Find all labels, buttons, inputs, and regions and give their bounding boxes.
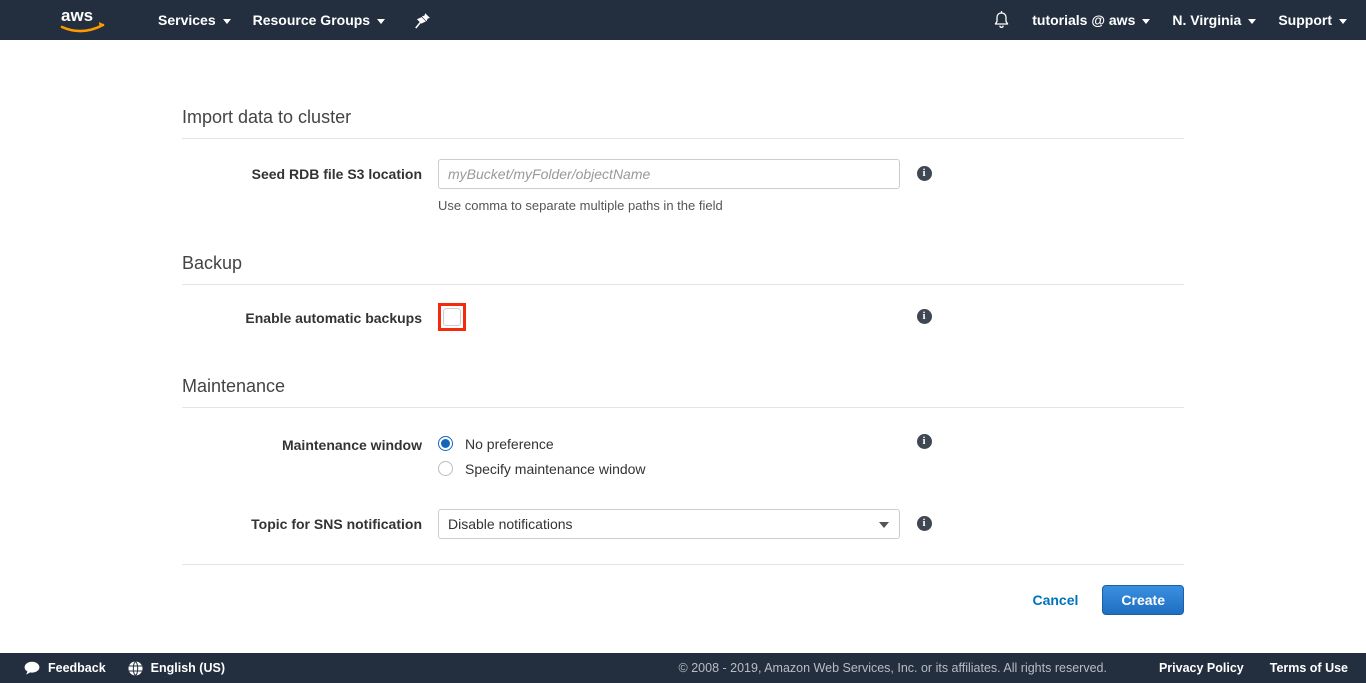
footer-left-group: Feedback English (US) <box>24 661 247 676</box>
sns-topic-control: Disable notifications <box>438 509 900 539</box>
privacy-policy-link[interactable]: Privacy Policy <box>1159 661 1244 675</box>
radio-option-no-preference-label: No preference <box>465 435 554 453</box>
notification-bell-icon[interactable] <box>981 0 1021 40</box>
globe-icon <box>128 661 143 676</box>
section-title-import-data: Import data to cluster <box>182 106 1184 139</box>
maintenance-window-label: Maintenance window <box>182 430 438 460</box>
create-cluster-form: Import data to cluster Seed RDB file S3 … <box>182 40 1184 615</box>
radio-icon-unselected[interactable] <box>438 461 453 476</box>
top-navigation-bar: aws Services Resource Groups <box>0 0 1366 40</box>
chevron-down-icon <box>1339 19 1347 24</box>
seed-rdb-input[interactable] <box>438 159 900 189</box>
chevron-down-icon <box>223 19 231 24</box>
section-title-backup: Backup <box>182 252 1184 285</box>
sns-topic-info-wrap: i <box>900 509 948 531</box>
language-selector[interactable]: English (US) <box>128 661 225 676</box>
footer-right-group: © 2008 - 2019, Amazon Web Services, Inc.… <box>679 661 1366 675</box>
field-row-seed-rdb: Seed RDB file S3 location Use comma to s… <box>182 139 1184 214</box>
section-import-data: Import data to cluster Seed RDB file S3 … <box>182 40 1184 214</box>
info-icon[interactable]: i <box>917 309 932 324</box>
enable-automatic-backups-checkbox[interactable] <box>443 308 461 326</box>
enable-backups-info-wrap: i <box>900 303 948 324</box>
maintenance-window-info-wrap: i <box>900 430 948 449</box>
terms-of-use-link[interactable]: Terms of Use <box>1270 661 1348 675</box>
aws-logo[interactable]: aws <box>57 4 109 36</box>
svg-text:aws: aws <box>61 6 93 25</box>
nav-item-region[interactable]: N. Virginia <box>1161 0 1267 40</box>
radio-option-no-preference[interactable]: No preference <box>438 433 900 454</box>
page-footer: Feedback English (US) © 2008 - 2019, Ama… <box>0 653 1366 683</box>
form-actions: Cancel Create <box>182 565 1184 615</box>
nav-item-resource-groups[interactable]: Resource Groups <box>242 0 396 40</box>
enable-backups-control <box>438 303 900 331</box>
info-icon[interactable]: i <box>917 166 932 181</box>
seed-rdb-control: Use comma to separate multiple paths in … <box>438 159 900 214</box>
radio-option-specify-window-label: Specify maintenance window <box>465 460 646 478</box>
field-row-maintenance-window: Maintenance window No preference Specify… <box>182 408 1184 483</box>
section-backup: Backup Enable automatic backups i <box>182 214 1184 333</box>
radio-icon-selected[interactable] <box>438 436 453 451</box>
pushpin-icon[interactable] <box>406 0 440 40</box>
section-maintenance: Maintenance Maintenance window No prefer… <box>182 333 1184 539</box>
sns-topic-select[interactable]: Disable notifications <box>438 509 900 539</box>
feedback-link-label: Feedback <box>48 661 106 675</box>
field-row-enable-backups: Enable automatic backups i <box>182 285 1184 333</box>
highlight-box <box>438 303 466 331</box>
seed-rdb-helper-text: Use comma to separate multiple paths in … <box>438 198 900 214</box>
sns-topic-label: Topic for SNS notification <box>182 509 438 539</box>
copyright-text: © 2008 - 2019, Amazon Web Services, Inc.… <box>679 661 1107 675</box>
nav-item-account[interactable]: tutorials @ aws <box>1021 0 1161 40</box>
cancel-button[interactable]: Cancel <box>1018 592 1092 608</box>
nav-item-support[interactable]: Support <box>1267 0 1358 40</box>
speech-bubble-icon <box>24 661 40 675</box>
section-title-maintenance: Maintenance <box>182 375 1184 408</box>
nav-right-group: tutorials @ aws N. Virginia Support <box>981 0 1366 40</box>
seed-rdb-info-wrap: i <box>900 159 948 181</box>
nav-item-region-label: N. Virginia <box>1172 12 1241 28</box>
sns-topic-select-wrap: Disable notifications <box>438 509 900 539</box>
seed-rdb-label: Seed RDB file S3 location <box>182 159 438 189</box>
sns-topic-selected-value: Disable notifications <box>448 516 573 532</box>
nav-item-resource-groups-label: Resource Groups <box>253 12 370 28</box>
info-icon[interactable]: i <box>917 434 932 449</box>
main-content: Import data to cluster Seed RDB file S3 … <box>0 40 1366 653</box>
language-selector-label: English (US) <box>151 661 225 675</box>
chevron-down-icon <box>1142 19 1150 24</box>
info-icon[interactable]: i <box>917 516 932 531</box>
feedback-link[interactable]: Feedback <box>24 661 106 675</box>
enable-backups-label: Enable automatic backups <box>182 303 438 333</box>
nav-item-services[interactable]: Services <box>147 0 242 40</box>
nav-item-services-label: Services <box>158 12 216 28</box>
radio-option-specify-window[interactable]: Specify maintenance window <box>438 458 900 479</box>
nav-left-group: Services Resource Groups <box>147 0 440 40</box>
chevron-down-icon <box>377 19 385 24</box>
chevron-down-icon <box>1248 19 1256 24</box>
create-button[interactable]: Create <box>1102 585 1184 615</box>
nav-item-account-label: tutorials @ aws <box>1032 12 1135 28</box>
nav-item-support-label: Support <box>1278 12 1332 28</box>
field-row-sns-topic: Topic for SNS notification Disable notif… <box>182 483 1184 539</box>
maintenance-window-options: No preference Specify maintenance window <box>438 430 900 483</box>
